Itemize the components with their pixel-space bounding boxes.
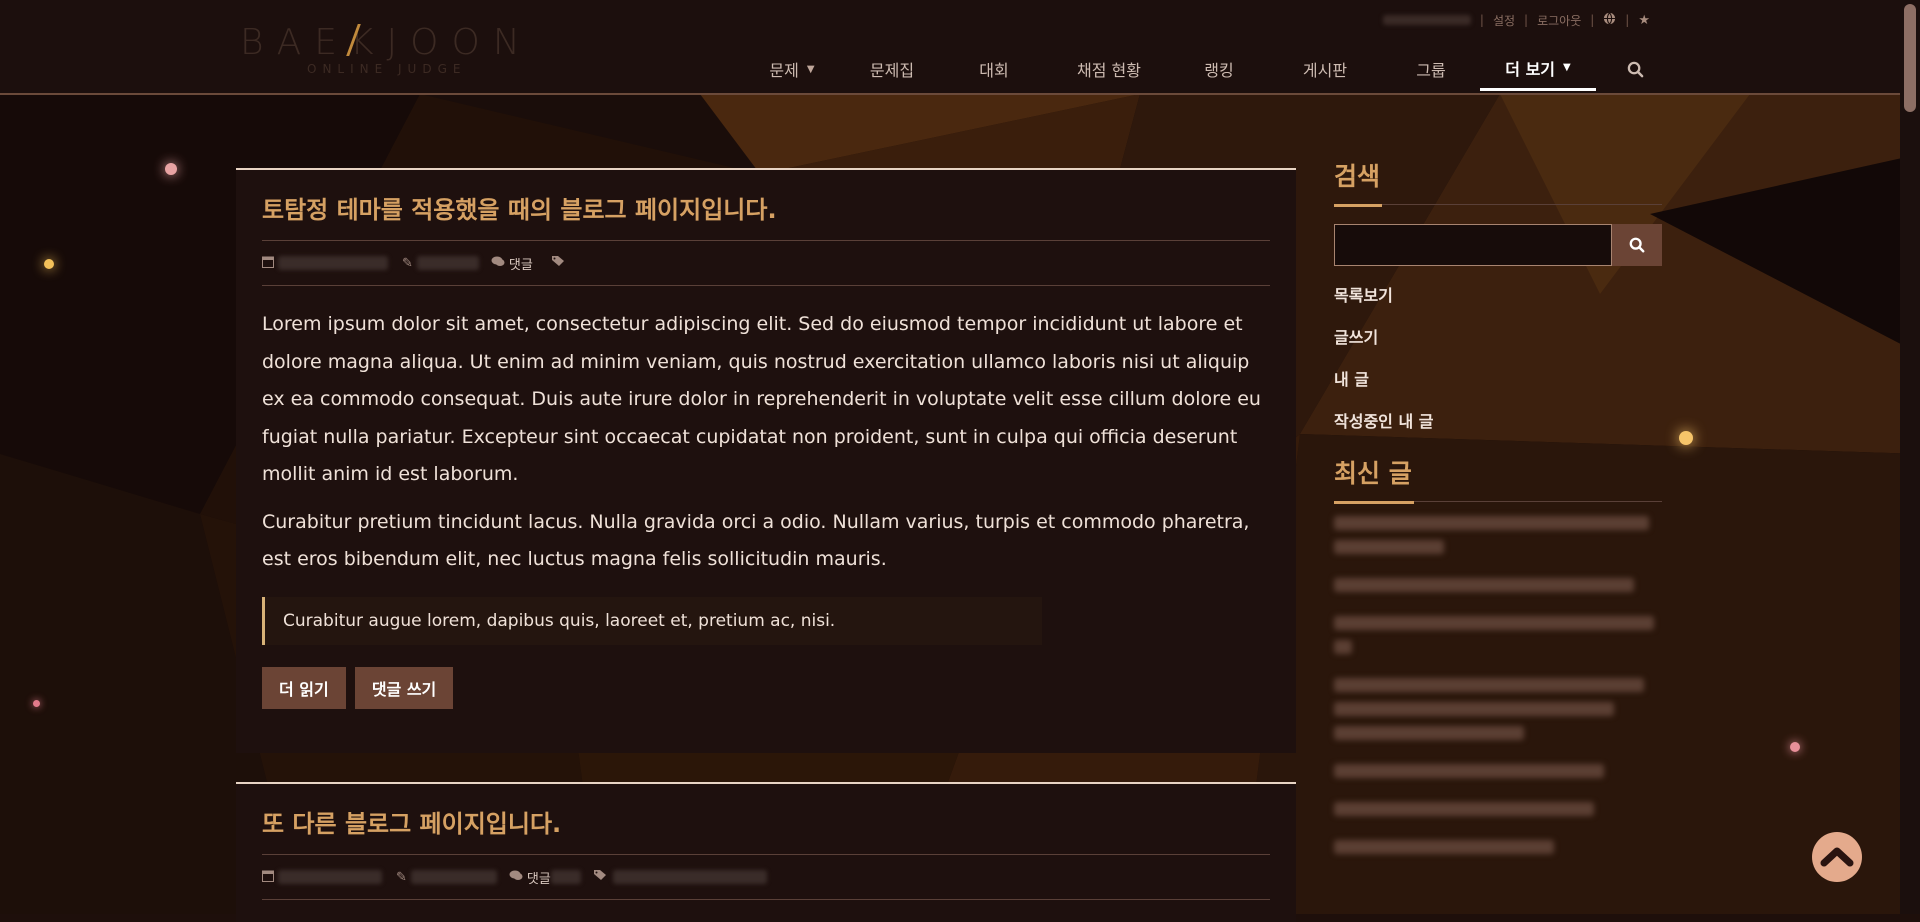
site-header: BAEKJOON ONLINE JUDGE | 설정 | 로그아웃 | | ★ … xyxy=(0,0,1900,95)
recent-post-redacted[interactable] xyxy=(1334,540,1444,554)
post-comment-label[interactable]: 댓글 xyxy=(527,868,551,887)
logo-subtext: ONLINE JUDGE xyxy=(307,62,467,76)
user-utility-bar: | 설정 | 로그아웃 | | ★ xyxy=(1382,12,1650,29)
nav-item-groups[interactable]: 그룹 xyxy=(1382,47,1480,91)
search-button[interactable] xyxy=(1612,224,1662,266)
heading-underline xyxy=(1334,501,1414,504)
nav-item-status[interactable]: 채점 현황 xyxy=(1048,47,1170,91)
nav-search-button[interactable] xyxy=(1596,47,1674,91)
logo-text: BAEKJOON xyxy=(240,22,533,63)
glow-dot xyxy=(165,163,177,175)
recent-post-redacted[interactable] xyxy=(1334,640,1352,654)
post-body: Lorem ipsum dolor sit amet, consectetur … xyxy=(262,286,1270,579)
nav-item-ranking[interactable]: 랭킹 xyxy=(1170,47,1268,91)
calendar-icon xyxy=(262,255,274,272)
glow-dot xyxy=(1790,742,1800,752)
sidebar-link-drafts[interactable]: 작성중인 내 글 xyxy=(1334,401,1662,443)
glow-dot xyxy=(33,700,40,707)
post-blockquote: Curabitur augue lorem, dapibus quis, lao… xyxy=(262,596,1042,645)
read-more-button[interactable]: 더 읽기 xyxy=(262,666,346,709)
search-icon xyxy=(1627,61,1643,77)
glow-dot xyxy=(44,259,54,269)
search-input[interactable] xyxy=(1334,224,1612,266)
recent-post-redacted[interactable] xyxy=(1334,616,1654,630)
search-icon xyxy=(1629,237,1645,253)
post-meta: ✎ 댓글 xyxy=(262,854,1270,900)
username-redacted[interactable] xyxy=(1382,15,1471,25)
recent-post-redacted[interactable] xyxy=(1334,702,1614,716)
sidebar-search xyxy=(1334,224,1662,266)
recent-post-redacted[interactable] xyxy=(1334,764,1604,778)
recent-post-redacted[interactable] xyxy=(1334,516,1649,530)
glow-dot xyxy=(1679,431,1693,445)
caret-down-icon: ▼ xyxy=(806,63,815,75)
heading-underline xyxy=(1334,204,1382,207)
sidebar-link-my-posts[interactable]: 내 글 xyxy=(1334,359,1662,401)
blog-post: 또 다른 블로그 페이지입니다. ✎ 댓글 xyxy=(236,782,1296,922)
recent-post-redacted[interactable] xyxy=(1334,840,1554,854)
post-author-redacted[interactable] xyxy=(416,256,479,270)
page-scrollbar[interactable] xyxy=(1900,0,1920,914)
recent-post-redacted[interactable] xyxy=(1334,726,1524,740)
nav-item-problems[interactable]: 문제 ▼ xyxy=(740,47,844,91)
sidebar-links: 목록보기 글쓰기 내 글 작성중인 내 글 xyxy=(1334,275,1662,443)
recent-posts-list xyxy=(1334,516,1662,854)
site-logo[interactable]: BAEKJOON ONLINE JUDGE xyxy=(240,22,550,78)
calendar-icon xyxy=(262,869,274,886)
sidebar-link-write[interactable]: 글쓰기 xyxy=(1334,317,1662,359)
post-title[interactable]: 또 다른 블로그 페이지입니다. xyxy=(262,784,1270,840)
globe-icon[interactable] xyxy=(1603,12,1616,29)
post-date-redacted xyxy=(278,870,382,884)
star-icon[interactable]: ★ xyxy=(1638,13,1650,28)
pencil-icon: ✎ xyxy=(396,869,407,885)
tags-icon xyxy=(593,869,609,885)
post-comment-count-redacted xyxy=(550,870,581,884)
caret-down-icon: ▼ xyxy=(1563,62,1571,73)
recent-post-redacted[interactable] xyxy=(1334,802,1594,816)
post-date-redacted xyxy=(278,256,388,270)
settings-link[interactable]: 설정 xyxy=(1493,12,1515,29)
recent-posts-heading: 최신 글 xyxy=(1334,447,1662,504)
logout-link[interactable]: 로그아웃 xyxy=(1537,12,1581,29)
chevron-up-icon xyxy=(1820,847,1854,867)
back-to-top-button[interactable] xyxy=(1812,832,1862,882)
nav-item-workbooks[interactable]: 문제집 xyxy=(844,47,940,91)
recent-post-redacted[interactable] xyxy=(1334,578,1634,592)
post-comment-label[interactable]: 댓글 xyxy=(509,254,533,273)
comments-icon xyxy=(491,256,505,271)
nav-item-more[interactable]: 더 보기 ▼ xyxy=(1480,47,1596,91)
pencil-icon: ✎ xyxy=(402,255,413,271)
write-comment-button[interactable]: 댓글 쓰기 xyxy=(354,666,454,709)
recent-post-redacted[interactable] xyxy=(1334,678,1644,692)
main-nav: 문제 ▼ 문제집 대회 채점 현황 랭킹 게시판 그룹 더 보기 ▼ xyxy=(740,47,1674,93)
sidebar: 검색 목록보기 글쓰기 내 글 작성중인 내 글 최신 글 xyxy=(1334,150,1662,878)
tags-icon xyxy=(551,255,567,271)
comments-icon xyxy=(509,870,523,885)
post-paragraph: Lorem ipsum dolor sit amet, consectetur … xyxy=(262,313,1261,485)
post-paragraph: Curabitur pretium tincidunt lacus. Nulla… xyxy=(262,510,1250,571)
post-actions: 더 읽기 댓글 쓰기 xyxy=(262,666,1270,709)
post-title[interactable]: 토탐정 테마를 적용했을 때의 블로그 페이지입니다. xyxy=(262,170,1270,226)
blog-post: 토탐정 테마를 적용했을 때의 블로그 페이지입니다. ✎ 댓글 Lorem i… xyxy=(236,168,1296,753)
sidebar-link-list[interactable]: 목록보기 xyxy=(1334,275,1662,317)
post-tags-redacted[interactable] xyxy=(612,870,767,884)
post-author-redacted[interactable] xyxy=(410,870,497,884)
nav-item-contests[interactable]: 대회 xyxy=(940,47,1048,91)
post-meta: ✎ 댓글 xyxy=(262,240,1270,286)
scrollbar-thumb[interactable] xyxy=(1904,4,1916,112)
search-heading: 검색 xyxy=(1334,150,1662,207)
nav-item-board[interactable]: 게시판 xyxy=(1268,47,1382,91)
